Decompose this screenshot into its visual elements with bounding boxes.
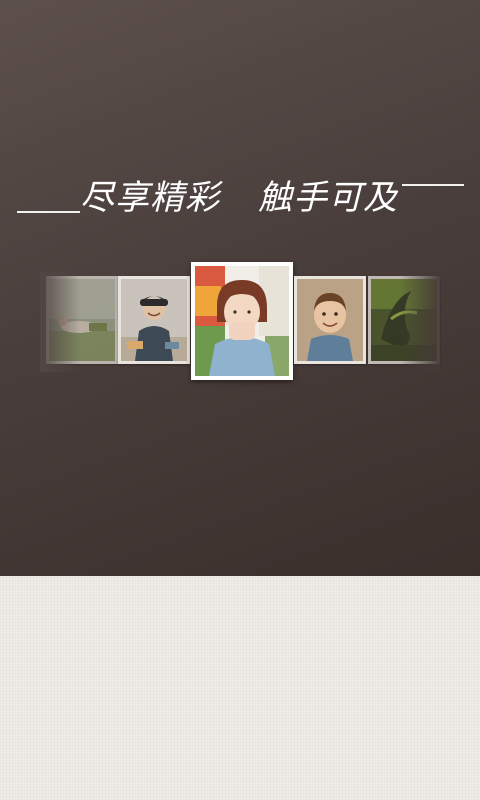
photo-thumb-smiling-boy[interactable] bbox=[294, 276, 366, 364]
slogan-text-right: 触手可及 bbox=[258, 178, 398, 218]
slogan-line-right bbox=[402, 184, 464, 186]
slogan: 尽享精彩 触手可及 bbox=[0, 170, 480, 230]
footer-panel bbox=[0, 576, 480, 800]
photo-thumb-green-plant[interactable] bbox=[368, 276, 440, 364]
photo-carousel[interactable] bbox=[40, 262, 440, 382]
hero-panel: 尽享精彩 触手可及 bbox=[0, 0, 480, 576]
photo-featured-short-hair-girl[interactable] bbox=[191, 262, 293, 380]
photo-thumb-smiling-woman[interactable] bbox=[118, 276, 190, 364]
slogan-line-left bbox=[17, 211, 80, 213]
welcome-screen: 尽享精彩 触手可及 bbox=[0, 0, 480, 800]
photo-thumb-reclining-person[interactable] bbox=[46, 276, 118, 364]
slogan-text-left: 尽享精彩 bbox=[80, 178, 220, 218]
